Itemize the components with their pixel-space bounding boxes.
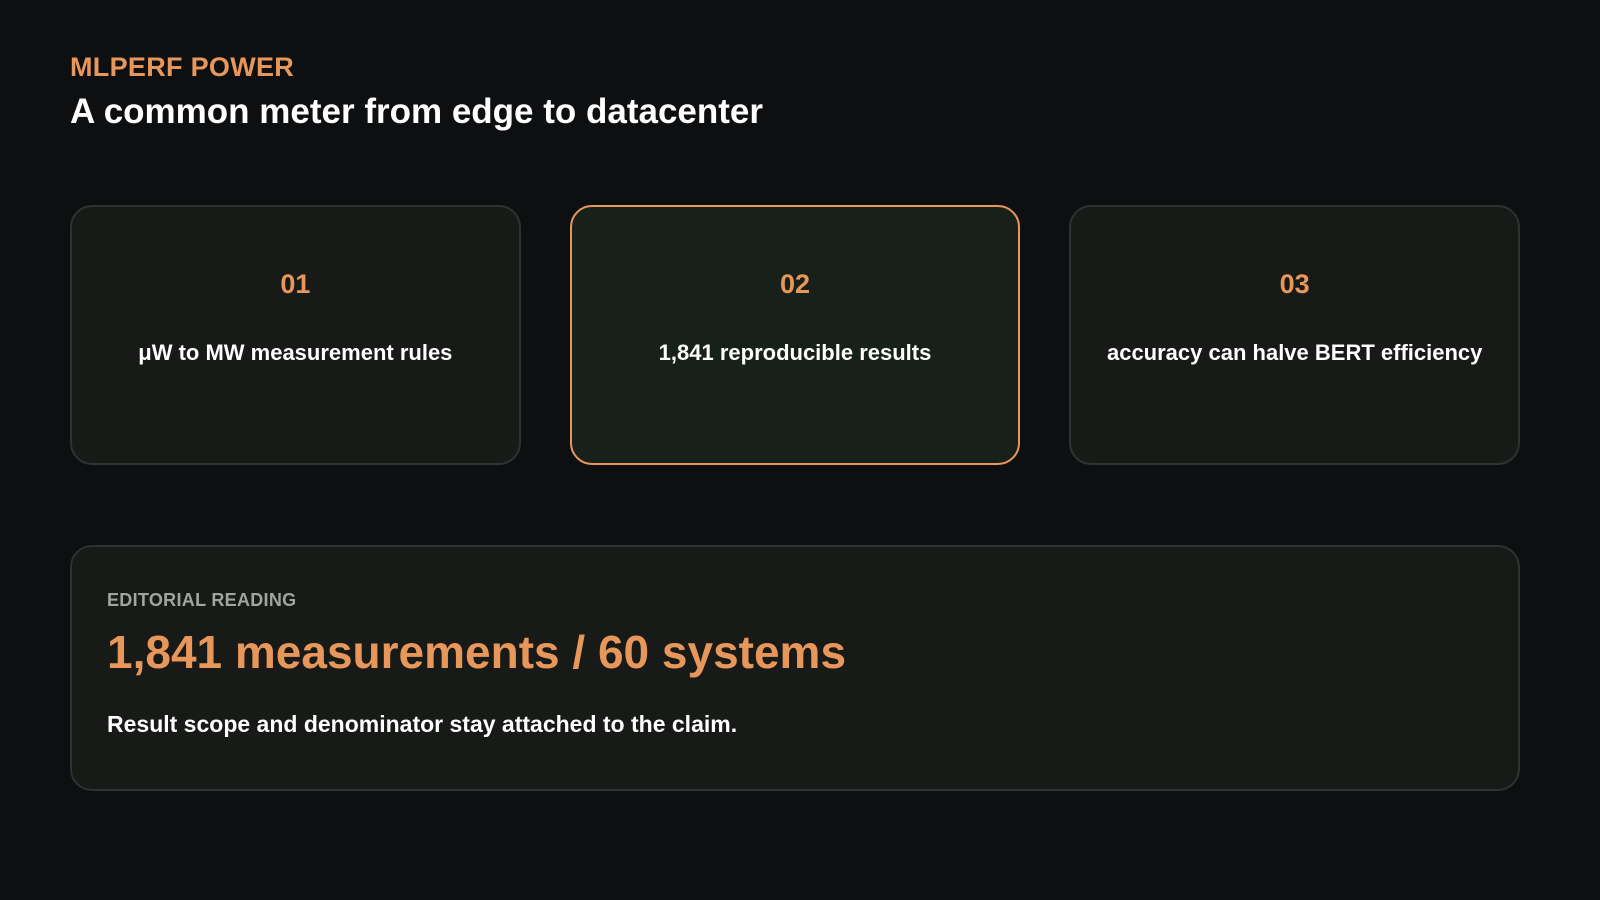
card-text: accuracy can halve BERT efficiency <box>1106 340 1483 365</box>
section-kicker: MLPERF POWER <box>70 52 295 82</box>
editorial-body: Result scope and denominator stay attach… <box>107 711 738 737</box>
card-number: 03 <box>1279 269 1310 299</box>
card-row: 01 μW to MW measurement rules 02 1,841 r… <box>70 205 1521 465</box>
card-03: 03 accuracy can halve BERT efficiency <box>1069 205 1521 465</box>
card-number: 02 <box>779 269 811 299</box>
editorial-label: EDITORIAL READING <box>107 590 297 610</box>
card-text: 1,841 reproducible results <box>658 340 932 365</box>
card-01: 01 μW to MW measurement rules <box>70 205 521 465</box>
card-text: μW to MW measurement rules <box>138 340 453 365</box>
slide: MLPERF POWER A common meter from edge to… <box>0 0 1600 900</box>
card-02: 02 1,841 reproducible results <box>569 205 1021 465</box>
editorial-headline: 1,841 measurements / 60 systems <box>107 626 847 678</box>
card-number: 01 <box>280 269 311 299</box>
page-title: A common meter from edge to datacenter <box>70 92 764 131</box>
editorial-panel: EDITORIAL READING 1,841 measurements / 6… <box>70 545 1520 791</box>
